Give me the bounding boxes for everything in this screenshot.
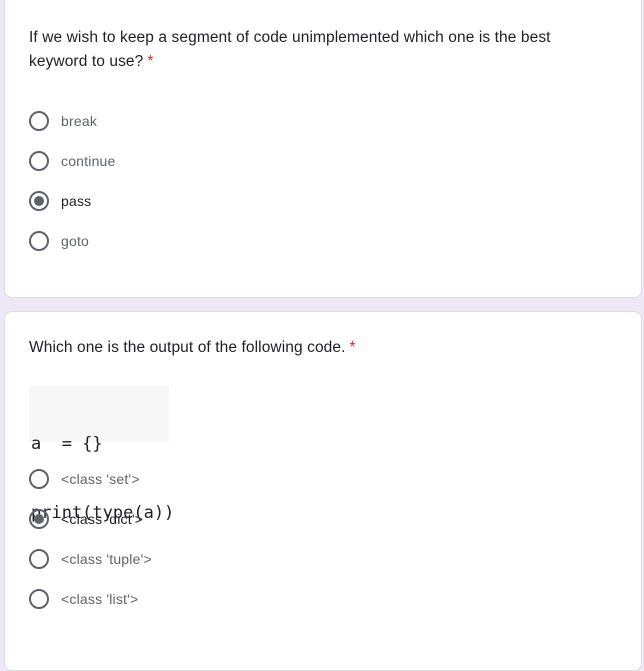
required-marker: * xyxy=(349,339,356,356)
radio-button[interactable] xyxy=(29,151,49,171)
option-label: continue xyxy=(61,153,116,169)
code-line-1: a = {} xyxy=(31,434,103,454)
question-text: If we wish to keep a segment of code uni… xyxy=(29,29,551,70)
option-label: goto xyxy=(61,233,90,249)
question-text: Which one is the output of the following… xyxy=(29,339,346,356)
question-title: If we wish to keep a segment of code uni… xyxy=(29,26,609,74)
required-marker: * xyxy=(147,53,154,70)
radio-button[interactable] xyxy=(29,589,49,609)
option-break[interactable]: break xyxy=(29,110,97,132)
radio-button[interactable] xyxy=(29,549,49,569)
option-class-set[interactable]: <class 'set'> xyxy=(29,468,140,490)
option-continue[interactable]: continue xyxy=(29,150,116,172)
option-label: pass xyxy=(61,193,92,209)
question-card-2: Which one is the output of the following… xyxy=(4,311,642,671)
option-class-dict[interactable]: <class 'dict'> xyxy=(29,508,143,530)
option-label: <class 'dict'> xyxy=(61,511,144,527)
radio-button[interactable] xyxy=(29,469,49,489)
radio-button[interactable] xyxy=(29,231,49,251)
question-title: Which one is the output of the following… xyxy=(29,336,609,360)
option-goto[interactable]: goto xyxy=(29,230,89,252)
option-pass[interactable]: pass xyxy=(29,190,91,212)
code-snippet: a = {} print(type(a)) xyxy=(29,386,174,523)
option-class-list[interactable]: <class 'list'> xyxy=(29,588,138,610)
option-class-tuple[interactable]: <class 'tuple'> xyxy=(29,548,152,570)
option-label: <class 'set'> xyxy=(61,471,140,487)
option-label: <class 'tuple'> xyxy=(61,551,152,567)
radio-button[interactable] xyxy=(29,111,49,131)
question-card-1: If we wish to keep a segment of code uni… xyxy=(4,0,642,298)
option-label: <class 'list'> xyxy=(61,591,139,607)
option-label: break xyxy=(61,113,98,129)
radio-button-checked[interactable] xyxy=(29,191,49,211)
radio-button-checked[interactable] xyxy=(29,509,49,529)
